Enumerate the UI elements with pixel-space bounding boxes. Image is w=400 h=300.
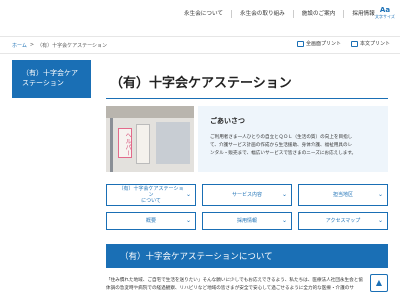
- chevron-down-icon: ⌄: [377, 217, 383, 224]
- link-area[interactable]: 担当地区 ⌄: [298, 184, 388, 206]
- page-title: （有）十字会ケアステーション: [110, 76, 292, 91]
- photo-window: [156, 122, 190, 164]
- photo-sign: ヘルパー: [118, 128, 132, 158]
- print-full-button[interactable]: 全画面プリント: [296, 40, 341, 47]
- greeting-line: ご利用者さま一人ひとりの自立とＱＯＬ（生活の質）の向上を目指し: [210, 135, 353, 140]
- print-buttons: 全画面プリント 本文プリント: [296, 40, 390, 47]
- section-title: （有）十字会ケアステーションについて: [120, 252, 273, 262]
- section-body: 「住み慣れた地域、ご自宅で生活を送りたい」そんな願いに少しでもお応えできるよう、…: [106, 277, 388, 293]
- breadcrumb-home[interactable]: ホーム: [12, 42, 27, 49]
- font-size-icon: Aa: [379, 6, 391, 14]
- greeting-text: ご利用者さま一人ひとりの自立とＱＯＬ（生活の質）の向上を目指し て、介護サービス…: [210, 134, 376, 158]
- global-nav: 永生会について 永生会の取り組み 施設のご案内 採用情報: [176, 10, 383, 18]
- photo-roof: [106, 106, 194, 118]
- chevron-down-icon: ⌄: [281, 217, 287, 224]
- link-about[interactable]: （有）十字会ケアステーション について ⌄: [106, 184, 196, 206]
- breadcrumb-current: （有）十字会ケアステーション: [37, 43, 107, 49]
- greeting-title: ごあいさつ: [210, 117, 245, 125]
- sidebar-title[interactable]: （有）十字会ケアステーション: [12, 60, 91, 98]
- link-about-label: （有）十字会ケアステーション について: [118, 186, 184, 204]
- title-divider: [106, 98, 388, 99]
- greeting-card: ごあいさつ ご利用者さま一人ひとりの自立とＱＯＬ（生活の質）の向上を目指し て、…: [198, 106, 388, 172]
- chevron-down-icon: ⌄: [185, 191, 191, 198]
- link-access[interactable]: アクセスマップ ⌄: [298, 212, 388, 230]
- link-access-label: アクセスマップ: [325, 218, 361, 224]
- document-icon: [350, 40, 358, 47]
- photo-post: [110, 118, 113, 172]
- anchor-links: （有）十字会ケアステーション について ⌄ サービス内容 ⌄ 担当地区 ⌄ 概要…: [106, 184, 388, 230]
- site-header: 永生会について 永生会の取り組み 施設のご案内 採用情報 Aa 文字サイズ: [0, 0, 400, 34]
- facility-photo: ヘルパー: [106, 106, 194, 172]
- link-services-label: サービス内容: [231, 192, 262, 198]
- print-body-button[interactable]: 本文プリント: [350, 40, 390, 47]
- breadcrumb: ホーム > （有）十字会ケアステーション: [12, 42, 107, 49]
- nav-initiatives[interactable]: 永生会の取り組み: [232, 10, 294, 18]
- link-area-label: 担当地区: [332, 192, 353, 198]
- body-line: 「住み慣れた地域、ご自宅で生活を送りたい」そんな願いに少しでもお応えできるよう、…: [106, 278, 363, 283]
- photo-door: [136, 124, 150, 164]
- link-recruit-label: 採用情報: [236, 218, 257, 224]
- print-body-label: 本文プリント: [359, 41, 390, 47]
- page-top-button[interactable]: ▲: [370, 274, 388, 292]
- greeting-line: て、介護サービス計画の作成から生活援助、身体介護、福祉用具のレ: [210, 143, 353, 148]
- chevron-down-icon: ⌄: [281, 191, 287, 198]
- nav-about[interactable]: 永生会について: [176, 10, 232, 18]
- print-full-label: 全画面プリント: [305, 41, 341, 47]
- font-size-label: 文字サイズ: [375, 14, 395, 19]
- link-overview-label: 概要: [145, 218, 156, 224]
- greeting-line: ンタル・販売まで、幅広いサービスで皆さまのニーズにお応えします。: [210, 151, 357, 156]
- section-header: （有）十字会ケアステーションについて: [106, 244, 388, 268]
- monitor-icon: [296, 40, 304, 47]
- chevron-down-icon: ⌄: [377, 191, 383, 198]
- link-recruit[interactable]: 採用情報 ⌄: [202, 212, 292, 230]
- chevron-down-icon: ⌄: [185, 217, 191, 224]
- body-line: 体調の急変時や病院での経過観察、リハビリなど地域の皆さまが安全で安心して過ごせる…: [106, 286, 354, 291]
- breadcrumb-separator: >: [29, 42, 35, 48]
- font-size-button[interactable]: Aa 文字サイズ: [374, 6, 396, 24]
- link-services[interactable]: サービス内容 ⌄: [202, 184, 292, 206]
- link-overview[interactable]: 概要 ⌄: [106, 212, 196, 230]
- breadcrumb-bar: ホーム > （有）十字会ケアステーション 全画面プリント 本文プリント: [0, 36, 400, 54]
- nav-facilities[interactable]: 施設のご案内: [294, 10, 345, 18]
- arrow-up-icon: ▲: [375, 278, 383, 287]
